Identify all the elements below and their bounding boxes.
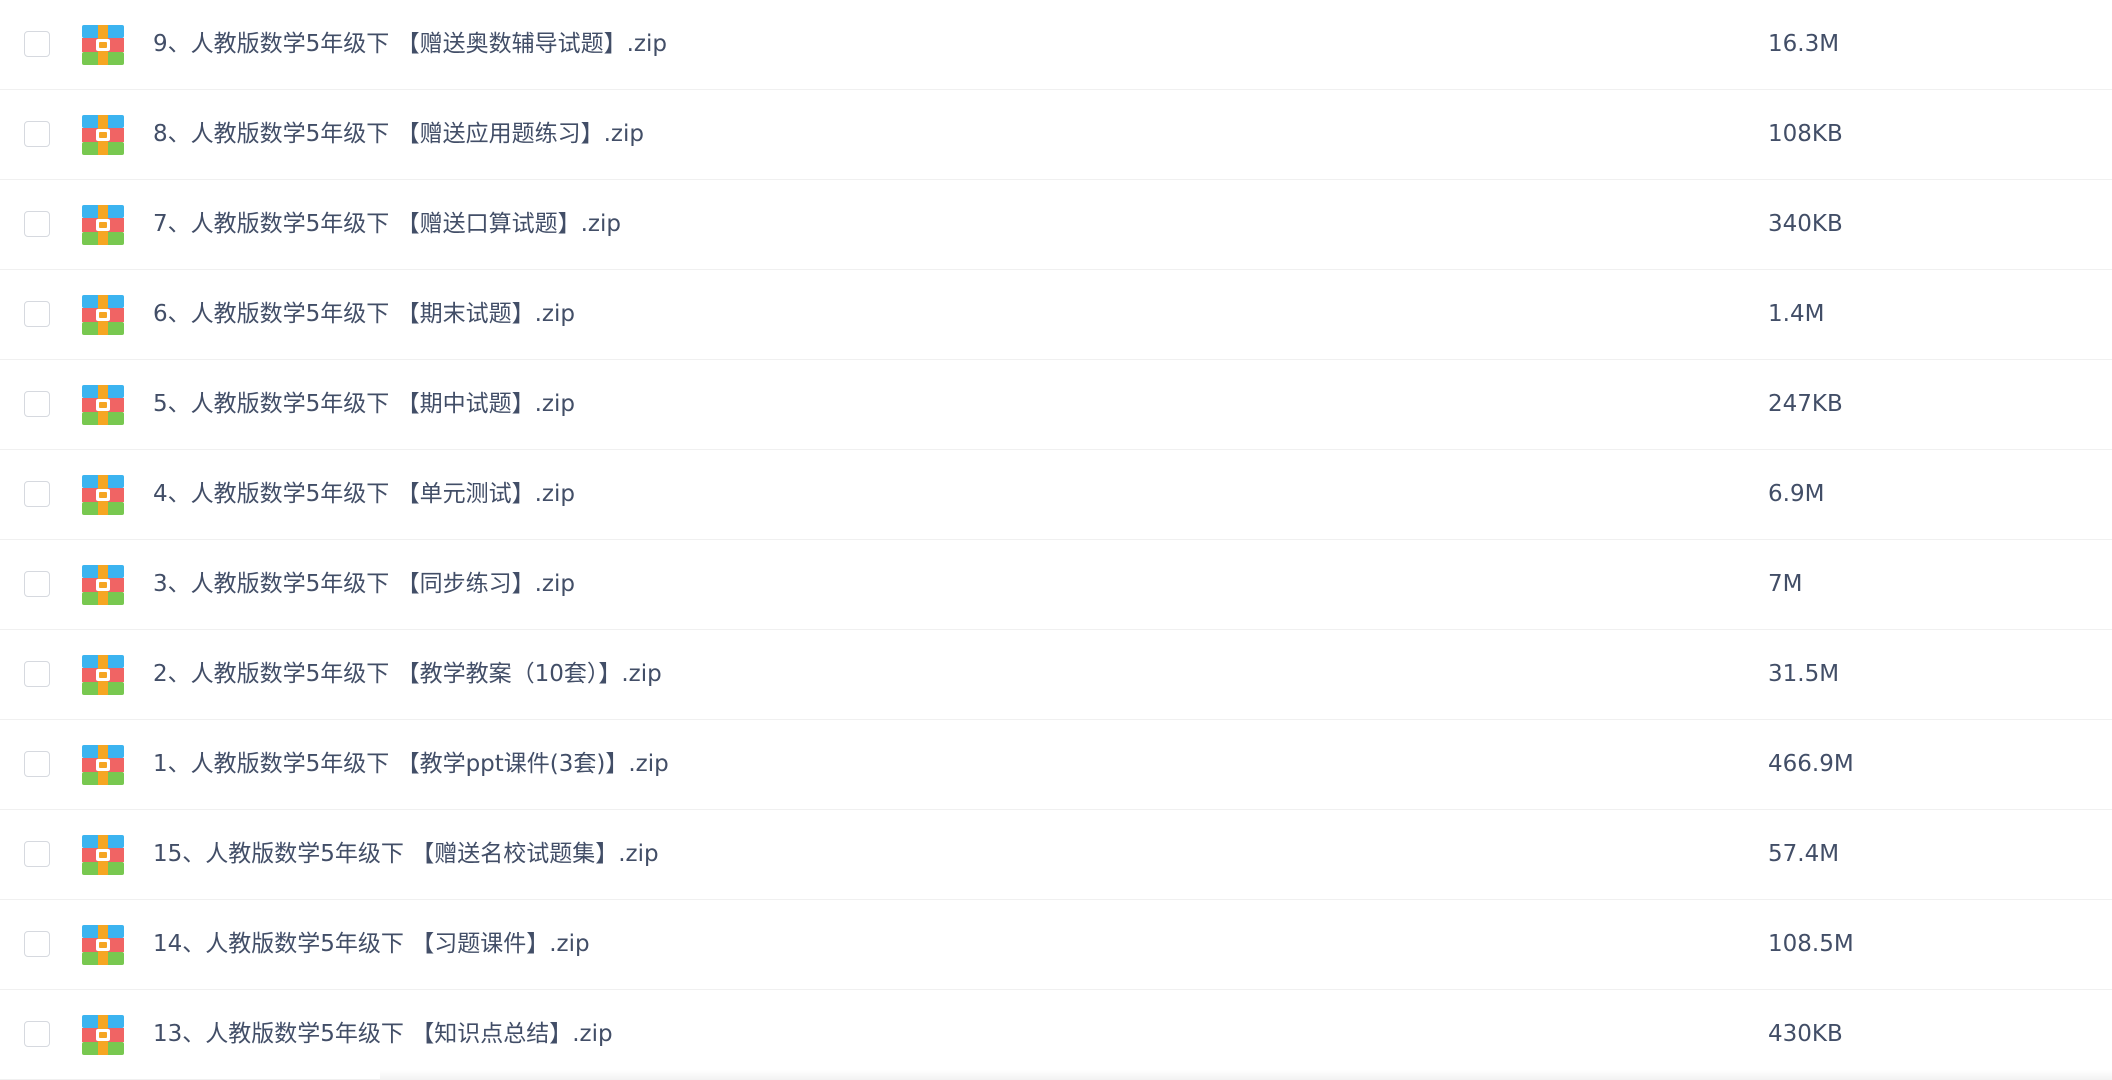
file-name[interactable]: 1、人教版数学5年级下 【教学ppt课件(3套)】.zip xyxy=(153,720,669,809)
file-row[interactable]: 6、人教版数学5年级下 【期末试题】.zip 1.4M xyxy=(0,270,2112,360)
file-size: 340KB xyxy=(1768,211,1843,237)
file-size: 247KB xyxy=(1768,391,1843,417)
checkbox-icon[interactable] xyxy=(24,570,50,597)
file-row[interactable]: 13、人教版数学5年级下 【知识点总结】.zip 430KB xyxy=(0,990,2112,1080)
file-name[interactable]: 6、人教版数学5年级下 【期末试题】.zip xyxy=(153,270,575,359)
file-row[interactable]: 3、人教版数学5年级下 【同步练习】.zip 7M xyxy=(0,540,2112,630)
checkbox-icon[interactable] xyxy=(24,840,50,867)
zip-archive-icon xyxy=(82,474,124,515)
checkbox-icon[interactable] xyxy=(24,390,50,417)
file-size: 31.5M xyxy=(1768,661,1840,687)
checkbox-icon[interactable] xyxy=(24,120,50,147)
zip-archive-icon xyxy=(82,834,124,875)
checkbox-icon[interactable] xyxy=(24,210,50,237)
zip-archive-icon xyxy=(82,744,124,785)
zip-archive-icon xyxy=(82,564,124,605)
file-name[interactable]: 5、人教版数学5年级下 【期中试题】.zip xyxy=(153,360,575,449)
file-row[interactable]: 4、人教版数学5年级下 【单元测试】.zip 6.9M xyxy=(0,450,2112,540)
checkbox-icon[interactable] xyxy=(24,300,50,327)
file-row[interactable]: 15、人教版数学5年级下 【赠送名校试题集】.zip 57.4M xyxy=(0,810,2112,900)
file-name[interactable]: 3、人教版数学5年级下 【同步练习】.zip xyxy=(153,540,575,629)
file-size: 108KB xyxy=(1768,121,1843,147)
checkbox-icon[interactable] xyxy=(24,930,50,957)
zip-archive-icon xyxy=(82,294,124,335)
file-row[interactable]: 8、人教版数学5年级下 【赠送应用题练习】.zip 108KB xyxy=(0,90,2112,180)
checkbox-icon[interactable] xyxy=(24,660,50,687)
file-list: 9、人教版数学5年级下 【赠送奥数辅导试题】.zip 16.3M 8、人教版数学… xyxy=(0,0,2112,1080)
file-name[interactable]: 4、人教版数学5年级下 【单元测试】.zip xyxy=(153,450,575,539)
zip-archive-icon xyxy=(82,924,124,965)
checkbox-icon[interactable] xyxy=(24,1020,50,1047)
file-row[interactable]: 14、人教版数学5年级下 【习题课件】.zip 108.5M xyxy=(0,900,2112,990)
checkbox-icon[interactable] xyxy=(24,30,50,57)
zip-archive-icon xyxy=(82,204,124,245)
file-size: 1.4M xyxy=(1768,301,1825,327)
file-size: 57.4M xyxy=(1768,841,1840,867)
zip-archive-icon xyxy=(82,24,124,65)
file-name[interactable]: 2、人教版数学5年级下 【教学教案（10套）】.zip xyxy=(153,630,662,719)
file-name[interactable]: 13、人教版数学5年级下 【知识点总结】.zip xyxy=(153,990,613,1079)
file-row[interactable]: 1、人教版数学5年级下 【教学ppt课件(3套)】.zip 466.9M xyxy=(0,720,2112,810)
file-size: 108.5M xyxy=(1768,931,1854,957)
file-row[interactable]: 7、人教版数学5年级下 【赠送口算试题】.zip 340KB xyxy=(0,180,2112,270)
zip-archive-icon xyxy=(82,114,124,155)
file-size: 466.9M xyxy=(1768,751,1854,777)
file-name[interactable]: 14、人教版数学5年级下 【习题课件】.zip xyxy=(153,900,590,989)
file-name[interactable]: 7、人教版数学5年级下 【赠送口算试题】.zip xyxy=(153,180,621,269)
file-row[interactable]: 9、人教版数学5年级下 【赠送奥数辅导试题】.zip 16.3M xyxy=(0,0,2112,90)
file-row[interactable]: 5、人教版数学5年级下 【期中试题】.zip 247KB xyxy=(0,360,2112,450)
checkbox-icon[interactable] xyxy=(24,750,50,777)
zip-archive-icon xyxy=(82,384,124,425)
file-size: 6.9M xyxy=(1768,481,1825,507)
file-size: 7M xyxy=(1768,571,1803,597)
file-size: 16.3M xyxy=(1768,31,1840,57)
zip-archive-icon xyxy=(82,1014,124,1055)
file-name[interactable]: 8、人教版数学5年级下 【赠送应用题练习】.zip xyxy=(153,90,644,179)
file-name[interactable]: 15、人教版数学5年级下 【赠送名校试题集】.zip xyxy=(153,810,659,899)
checkbox-icon[interactable] xyxy=(24,480,50,507)
file-size: 430KB xyxy=(1768,1021,1843,1047)
bottom-shadow xyxy=(380,1070,2112,1080)
file-name[interactable]: 9、人教版数学5年级下 【赠送奥数辅导试题】.zip xyxy=(153,0,667,89)
zip-archive-icon xyxy=(82,654,124,695)
file-row[interactable]: 2、人教版数学5年级下 【教学教案（10套）】.zip 31.5M xyxy=(0,630,2112,720)
